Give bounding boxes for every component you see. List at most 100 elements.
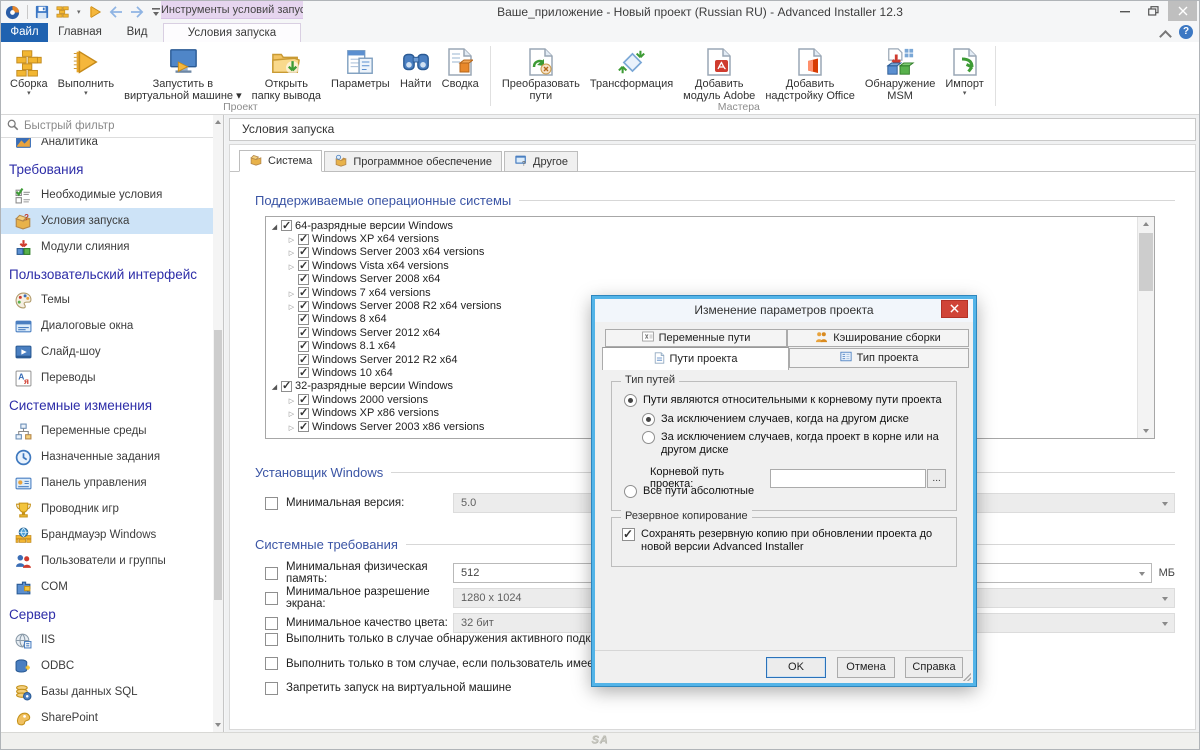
help-button[interactable]: Справка — [905, 657, 963, 678]
sidebar-item[interactable]: Брандмауэр Windows — [1, 522, 213, 548]
run-quick-icon[interactable] — [88, 5, 102, 19]
radio-icon[interactable] — [642, 413, 655, 426]
tree-expander-icon[interactable] — [285, 287, 298, 299]
ribbon-button[interactable]: Сводка — [437, 45, 484, 91]
radio-icon[interactable] — [642, 431, 655, 444]
collapse-ribbon-icon[interactable] — [1159, 26, 1171, 38]
build-dropdown-icon[interactable]: ▾ — [77, 8, 81, 16]
tree-expander-icon[interactable] — [285, 260, 298, 272]
radio-icon[interactable] — [624, 485, 637, 498]
tree-checkbox[interactable] — [298, 260, 309, 271]
min-version-checkbox[interactable] — [265, 497, 278, 510]
min-resolution-checkbox[interactable] — [265, 592, 278, 605]
ribbon-button[interactable]: Выполнить ▾ — [53, 45, 119, 99]
sidebar-item[interactable]: Необходимые условия — [1, 182, 213, 208]
help-icon[interactable]: ? — [1179, 25, 1193, 39]
tree-scrollbar[interactable] — [1137, 217, 1154, 438]
customize-qat-icon[interactable] — [151, 7, 161, 17]
tree-checkbox[interactable] — [298, 247, 309, 258]
tree-checkbox[interactable] — [298, 367, 309, 378]
dialog-tab-project-type[interactable]: Тип проекта — [789, 348, 969, 368]
dialog-tab-project-paths[interactable]: Пути проекта — [602, 347, 789, 370]
tree-checkbox[interactable] — [298, 354, 309, 365]
tab-launch-conditions[interactable]: Условия запуска — [163, 23, 301, 42]
scrollbar-thumb[interactable] — [214, 330, 222, 600]
ribbon-button[interactable]: Трансформация — [585, 45, 678, 91]
dialog-close-button[interactable] — [941, 300, 968, 318]
sidebar-scrollbar[interactable] — [213, 115, 223, 732]
radio-absolute-paths[interactable]: Все пути абсолютные — [624, 485, 754, 498]
sidebar-item[interactable]: Панель управления — [1, 470, 213, 496]
sidebar-item[interactable]: Проводник игр — [1, 496, 213, 522]
tree-row[interactable]: 64-разрядные версии Windows — [268, 219, 1136, 232]
back-icon[interactable] — [109, 6, 123, 18]
restore-button[interactable] — [1139, 1, 1168, 21]
ribbon-button[interactable]: Добавить надстройку Office — [760, 45, 860, 103]
build-quick-icon[interactable] — [56, 5, 70, 19]
sidebar-item[interactable]: Переменные среды — [1, 418, 213, 444]
scroll-down-icon[interactable] — [214, 721, 222, 729]
tab-file[interactable]: Файл — [1, 23, 48, 42]
tree-expander-icon[interactable] — [285, 300, 298, 312]
minimize-button[interactable] — [1110, 1, 1139, 21]
root-path-input[interactable] — [770, 469, 926, 488]
tree-expander-icon[interactable] — [285, 246, 298, 258]
tree-expander-icon[interactable] — [285, 421, 298, 433]
close-button[interactable] — [1168, 1, 1197, 21]
tree-row[interactable]: Windows XP x64 versions — [285, 232, 1136, 245]
tree-row[interactable]: Windows Server 2008 x64 — [285, 273, 1136, 286]
sidebar-item[interactable]: ? Условия запуска — [1, 208, 213, 234]
dialog-tab-build-caching[interactable]: Кэширование сборки — [787, 329, 969, 347]
ribbon-button[interactable]: Преобразовать пути — [497, 45, 585, 103]
radio-except-other-disk[interactable]: За исключением случаев, когда на другом … — [642, 413, 909, 426]
sidebar-item[interactable]: IIS — [1, 627, 213, 653]
radio-relative-paths[interactable]: Пути являются относительными к корневому… — [624, 394, 942, 407]
sidebar-item[interactable]: Слайд-шоу — [1, 339, 213, 365]
sidebar-item[interactable]: SharePoint — [1, 705, 213, 731]
sidebar-item[interactable]: Назначенные задания — [1, 444, 213, 470]
content-tab[interactable]: Система — [239, 150, 322, 172]
tree-checkbox[interactable] — [298, 341, 309, 352]
sidebar-item[interactable]: Темы — [1, 287, 213, 313]
tree-checkbox[interactable] — [298, 421, 309, 432]
tab-view[interactable]: Вид — [113, 23, 161, 42]
browse-button[interactable]: ... — [927, 469, 946, 488]
ribbon-button[interactable]: Добавить модуль Adobe — [678, 45, 760, 103]
condition-checkbox[interactable] — [265, 633, 278, 646]
ribbon-button[interactable]: Открыть папку вывода — [247, 45, 326, 103]
ribbon-button[interactable]: Обнаружение MSM — [860, 45, 940, 103]
content-tab[interactable]: Программное обеспечение — [324, 151, 502, 172]
dialog-tab-path-variables[interactable]: Переменные пути — [605, 329, 787, 347]
tree-checkbox[interactable] — [298, 408, 309, 419]
tree-checkbox[interactable] — [298, 287, 309, 298]
tree-row[interactable]: Windows Vista x64 versions — [285, 259, 1136, 272]
tree-checkbox[interactable] — [298, 234, 309, 245]
forward-icon[interactable] — [130, 6, 144, 18]
scroll-up-icon[interactable] — [1142, 220, 1150, 228]
ok-button[interactable]: OK — [766, 657, 826, 678]
tree-checkbox[interactable] — [298, 327, 309, 338]
condition-checkbox[interactable] — [265, 682, 278, 695]
radio-icon[interactable] — [624, 394, 637, 407]
radio-except-root-or-disk[interactable]: За исключением случаев, когда проект в к… — [642, 431, 954, 457]
backup-checkbox[interactable] — [622, 528, 635, 541]
scroll-up-icon[interactable] — [214, 118, 222, 126]
scroll-down-icon[interactable] — [1142, 427, 1150, 435]
save-icon[interactable] — [35, 5, 49, 19]
tree-expander-icon[interactable] — [285, 407, 298, 419]
cancel-button[interactable]: Отмена — [837, 657, 895, 678]
tree-checkbox[interactable] — [298, 394, 309, 405]
tree-row[interactable]: Windows Server 2003 x64 versions — [285, 246, 1136, 259]
tree-checkbox[interactable] — [298, 314, 309, 325]
ribbon-button[interactable]: Импорт ▾ — [940, 45, 988, 99]
quick-filter-input[interactable] — [24, 120, 184, 132]
sidebar-item[interactable]: Aя Переводы — [1, 365, 213, 391]
content-tab[interactable]: ? Другое — [504, 151, 578, 172]
ribbon-button[interactable]: Сборка ▾ — [5, 45, 53, 99]
backup-check-row[interactable]: Сохранять резервную копию при обновлении… — [622, 528, 942, 554]
tree-checkbox[interactable] — [281, 220, 292, 231]
condition-checkbox[interactable] — [265, 657, 278, 670]
sidebar-item[interactable]: Базы данных SQL — [1, 679, 213, 705]
sidebar-item[interactable]: Пользователи и группы — [1, 548, 213, 574]
sidebar-item[interactable]: Диалоговые окна — [1, 313, 213, 339]
